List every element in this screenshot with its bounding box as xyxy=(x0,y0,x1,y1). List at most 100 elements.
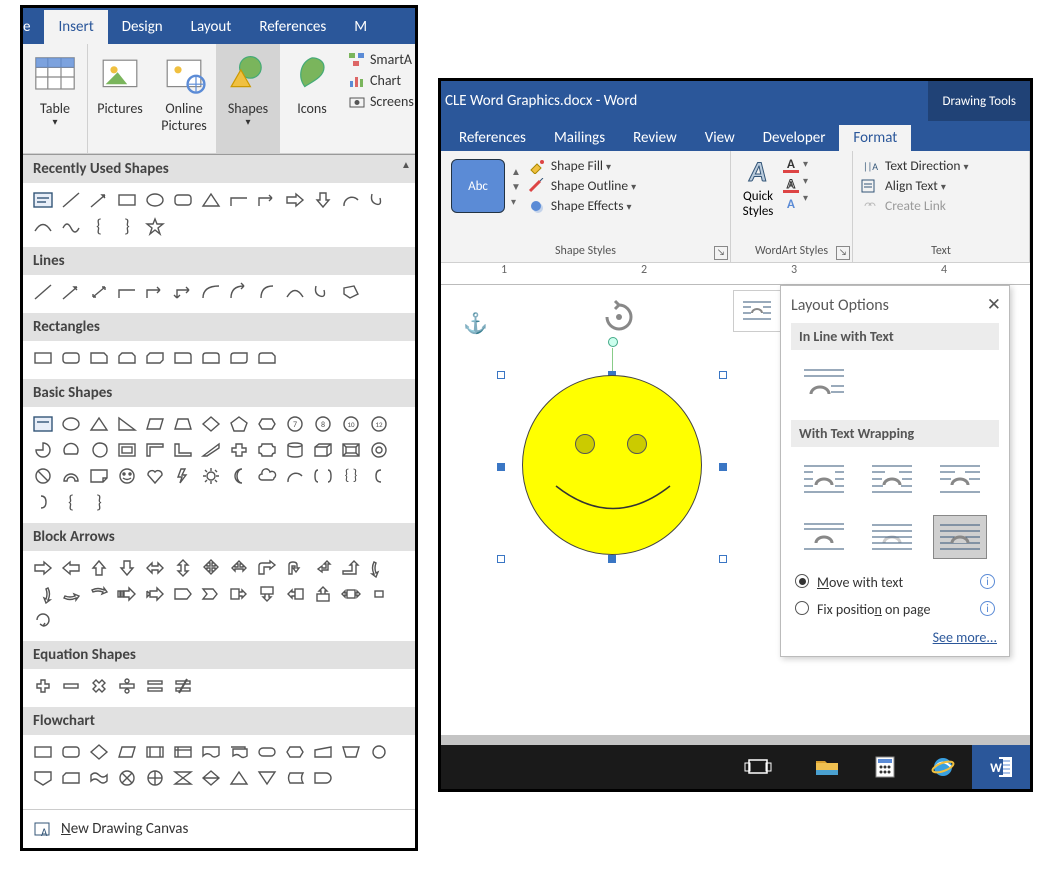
decagon-shape[interactable]: 10 xyxy=(337,411,365,437)
right-arrow-shape[interactable] xyxy=(29,555,57,581)
flowchart-connector-shape[interactable] xyxy=(365,739,393,765)
elbow-arrow-shape[interactable] xyxy=(141,279,169,305)
quick-styles-button[interactable]: A Quick Styles xyxy=(737,155,779,219)
resize-handle-s[interactable] xyxy=(608,555,616,563)
freeform-shape[interactable] xyxy=(365,187,393,213)
oval-shape[interactable] xyxy=(141,187,169,213)
elbow-arrow-shape[interactable] xyxy=(253,187,281,213)
shapes-scrollbar[interactable]: ▲ xyxy=(397,155,415,848)
up-arrow-shape[interactable] xyxy=(85,555,113,581)
left-up-arrow-shape[interactable] xyxy=(309,555,337,581)
resize-handle-e[interactable] xyxy=(719,463,727,471)
flowchart-internal-storage-shape[interactable] xyxy=(169,739,197,765)
tab-mailings[interactable]: Mailings xyxy=(540,125,619,151)
resize-handle-se[interactable] xyxy=(719,555,727,563)
see-more-link[interactable]: See more... xyxy=(791,623,999,646)
trapezoid-shape[interactable] xyxy=(169,411,197,437)
striped-right-arrow-shape[interactable] xyxy=(113,581,141,607)
snip-same-shape[interactable] xyxy=(113,345,141,371)
wave-shape[interactable] xyxy=(57,213,85,239)
textbox-shape[interactable] xyxy=(29,411,57,437)
flowchart-manual-input-shape[interactable] xyxy=(309,739,337,765)
cube-shape[interactable] xyxy=(309,437,337,463)
layout-options-button[interactable] xyxy=(733,290,781,332)
align-text-button[interactable]: Align Text xyxy=(861,177,1021,194)
round-same-shape[interactable] xyxy=(197,345,225,371)
l-shape[interactable] xyxy=(169,437,197,463)
tab-format[interactable]: Format xyxy=(839,125,911,151)
flowchart-document-shape[interactable] xyxy=(197,739,225,765)
resize-handle-w[interactable] xyxy=(497,463,505,471)
close-button[interactable]: ✕ xyxy=(987,294,1001,315)
taskview-button[interactable] xyxy=(718,745,798,789)
heptagon-shape[interactable]: 7 xyxy=(281,411,309,437)
caret-icon[interactable]: ▾ xyxy=(803,191,808,204)
octagon-shape[interactable]: 8 xyxy=(309,411,337,437)
curved-connector-shape[interactable] xyxy=(197,279,225,305)
rectangle-shape[interactable] xyxy=(113,187,141,213)
shape-fill-button[interactable]: Shape Fill xyxy=(527,157,636,174)
layout-inline[interactable] xyxy=(797,360,851,404)
shape-outline-button[interactable]: Shape Outline xyxy=(527,177,636,194)
pictures-button[interactable]: Pictures xyxy=(88,44,152,153)
bevel-shape[interactable] xyxy=(337,437,365,463)
not-equal-shape[interactable] xyxy=(169,673,197,699)
gallery-up-icon[interactable]: ▲ xyxy=(511,165,521,178)
document-canvas[interactable]: ⚓ Layout Optio xyxy=(441,285,1030,735)
right-bracket-shape[interactable] xyxy=(29,489,57,515)
plaque-shape[interactable] xyxy=(253,437,281,463)
flowchart-preparation-shape[interactable] xyxy=(281,739,309,765)
right-brace-shape[interactable]: } xyxy=(85,489,113,515)
shape-style-preset[interactable]: Abc xyxy=(451,159,505,213)
flowchart-summing-shape[interactable] xyxy=(113,765,141,791)
can-shape[interactable] xyxy=(281,437,309,463)
frame-shape[interactable] xyxy=(113,437,141,463)
line-shape[interactable] xyxy=(57,187,85,213)
tab-mailings-truncated[interactable]: M xyxy=(340,10,381,44)
down-arrow-shape[interactable] xyxy=(113,555,141,581)
screenshot-button[interactable]: Screens xyxy=(346,92,416,111)
double-bracket-shape[interactable] xyxy=(309,463,337,489)
layout-in-front-of-text[interactable] xyxy=(933,515,987,559)
flowchart-data-shape[interactable] xyxy=(113,739,141,765)
tab-references[interactable]: References xyxy=(445,125,540,151)
new-drawing-canvas[interactable]: A New Drawing Canvas xyxy=(23,809,415,848)
tab-file-truncated[interactable]: e xyxy=(23,10,44,44)
shape-styles-dialog-launcher[interactable]: ↘ xyxy=(714,246,728,260)
line-arrow-shape[interactable] xyxy=(85,187,113,213)
table-button[interactable]: Table ▾ xyxy=(23,44,87,153)
left-right-up-arrow-shape[interactable] xyxy=(225,555,253,581)
sun-shape[interactable] xyxy=(197,463,225,489)
lightning-bolt-shape[interactable] xyxy=(169,463,197,489)
calculator-button[interactable] xyxy=(856,745,914,789)
elbow-connector-shape[interactable] xyxy=(113,279,141,305)
left-brace-shape[interactable]: { xyxy=(85,213,113,239)
resize-handle-ne[interactable] xyxy=(719,371,727,379)
no-symbol-shape[interactable] xyxy=(29,463,57,489)
shapes-button[interactable]: Shapes ▾ xyxy=(216,44,280,153)
flowchart-manual-operation-shape[interactable] xyxy=(337,739,365,765)
flowchart-multidoc-shape[interactable] xyxy=(225,739,253,765)
rounded-rect-shape[interactable] xyxy=(57,345,85,371)
down-arrow-callout-shape[interactable] xyxy=(253,581,281,607)
fix-position-radio[interactable]: Fix position on page i xyxy=(791,596,999,623)
layout-top-bottom[interactable] xyxy=(797,515,851,559)
triangle-shape[interactable] xyxy=(197,187,225,213)
rectangle-shape[interactable] xyxy=(29,345,57,371)
freeform-closed-shape[interactable] xyxy=(337,279,365,305)
info-icon[interactable]: i xyxy=(980,574,995,589)
right-brace-shape[interactable]: } xyxy=(113,213,141,239)
tab-layout[interactable]: Layout xyxy=(177,10,246,44)
flowchart-collate-shape[interactable] xyxy=(169,765,197,791)
info-icon[interactable]: i xyxy=(980,601,995,616)
tab-developer[interactable]: Developer xyxy=(749,125,840,151)
cloud-shape[interactable] xyxy=(253,463,281,489)
chord-shape[interactable] xyxy=(57,437,85,463)
bent-arrow-shape[interactable] xyxy=(253,555,281,581)
flowchart-predefined-shape[interactable] xyxy=(141,739,169,765)
curved-right-arrow-shape[interactable] xyxy=(365,555,393,581)
smiley-face-shape[interactable] xyxy=(522,375,702,555)
diamond-shape[interactable] xyxy=(197,411,225,437)
right-arrow-shape[interactable] xyxy=(281,187,309,213)
rotation-handle[interactable] xyxy=(608,337,618,347)
